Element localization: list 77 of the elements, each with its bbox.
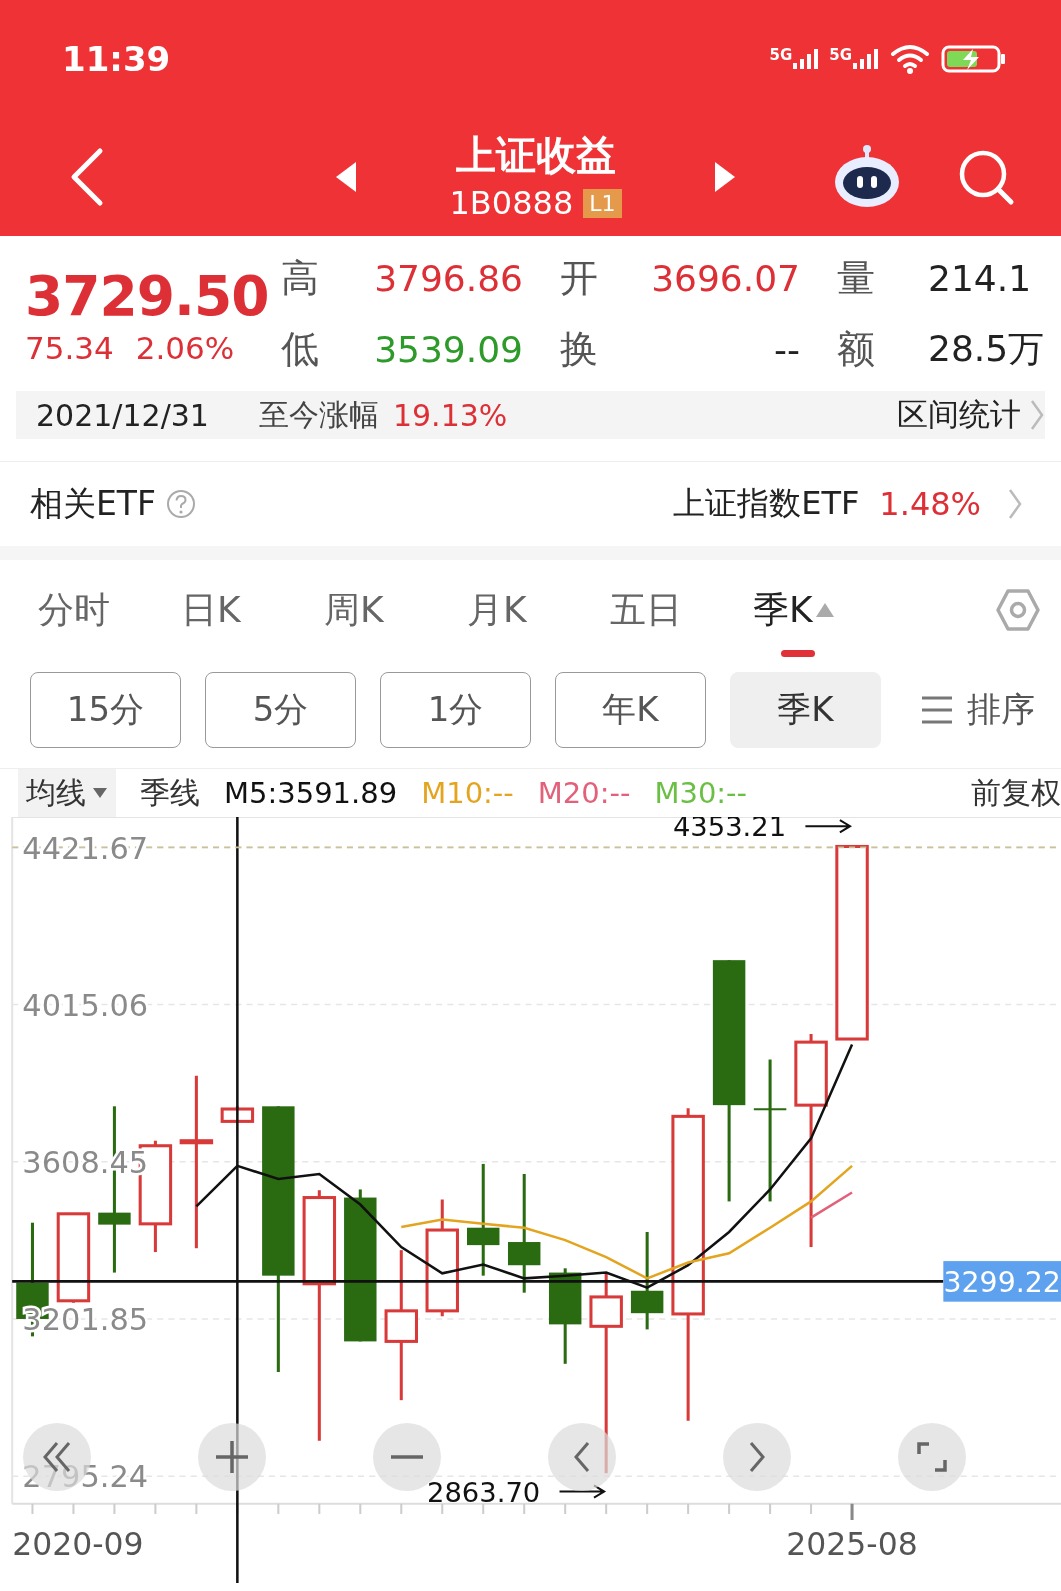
fullscreen-icon bbox=[917, 1442, 947, 1472]
sort-button[interactable]: 排序 bbox=[967, 687, 1035, 733]
battery-icon bbox=[941, 44, 1007, 74]
stat-value: 28.5万 bbox=[927, 326, 1046, 371]
search-icon[interactable] bbox=[957, 148, 1015, 206]
x-axis-label: 2020-09 bbox=[12, 1525, 144, 1562]
stat-value: -- bbox=[773, 328, 800, 370]
y-axis-label: 4421.67 bbox=[22, 830, 149, 866]
moving-average-value: M10:-- bbox=[421, 776, 514, 810]
chevron-left-icon bbox=[574, 1442, 590, 1472]
etf-name[interactable]: 上证指数ETF bbox=[673, 482, 860, 526]
network-type: 5G bbox=[769, 47, 793, 63]
stat-value: 3696.07 bbox=[650, 257, 800, 299]
status-time: 11:39 bbox=[62, 39, 171, 79]
robot-icon[interactable] bbox=[833, 144, 901, 210]
interval-button[interactable]: 1分 bbox=[380, 672, 531, 748]
period-label: 季线 bbox=[140, 773, 200, 812]
period-tab[interactable]: 周K bbox=[324, 585, 384, 635]
network-type: 5G bbox=[829, 47, 852, 63]
wifi-icon bbox=[889, 44, 931, 74]
settings-icon[interactable] bbox=[995, 587, 1041, 633]
menu-icon[interactable] bbox=[921, 696, 953, 724]
last-price: 3729.50 bbox=[25, 262, 270, 330]
range-date: 2021/12/31 bbox=[36, 397, 209, 433]
price-annotation: 2863.70 bbox=[427, 1476, 541, 1508]
stat-label: 高 bbox=[281, 254, 320, 302]
stock-title: 上证收益 bbox=[455, 131, 616, 180]
moving-average-dropdown[interactable]: 均线 bbox=[18, 768, 116, 818]
y-axis-label: 4015.06 bbox=[22, 987, 149, 1023]
interval-button[interactable]: 年K bbox=[555, 672, 706, 748]
period-tab[interactable]: 日K bbox=[181, 585, 241, 635]
period-tab[interactable]: 分时 bbox=[38, 585, 110, 635]
previous-triangle-icon[interactable] bbox=[334, 160, 358, 194]
interval-stats-link[interactable]: 区间统计 bbox=[897, 394, 1021, 436]
selected-underline bbox=[781, 649, 815, 657]
moving-average-value: M30:-- bbox=[654, 776, 748, 810]
candlestick bbox=[220, 1106, 255, 1123]
price-adjust-label[interactable]: 前复权 bbox=[971, 772, 1061, 814]
range-label: 至今涨幅 bbox=[258, 395, 379, 434]
stat-label: 开 bbox=[559, 254, 599, 302]
signal-icon bbox=[852, 47, 879, 71]
range-change: 19.13% bbox=[392, 397, 508, 433]
etf-label: 相关ETF bbox=[30, 482, 156, 525]
zoom-in-icon bbox=[216, 1441, 248, 1473]
x-axis-label: 2025-08 bbox=[786, 1525, 918, 1562]
period-tab[interactable]: 五日 bbox=[610, 585, 682, 635]
arrow-icon bbox=[558, 1484, 607, 1499]
crosshair-price-tag: 3299.22 bbox=[943, 1261, 1061, 1302]
stat-value: 3539.09 bbox=[373, 328, 523, 370]
caret-up-icon[interactable] bbox=[814, 602, 835, 618]
stat-value: 214.1 bbox=[927, 257, 1033, 299]
zoom-out-icon bbox=[391, 1455, 423, 1459]
price-change: 75.34 bbox=[25, 329, 114, 366]
interval-button[interactable]: 15分 bbox=[30, 672, 181, 748]
period-tab[interactable]: 季K bbox=[753, 585, 813, 635]
stat-label: 额 bbox=[836, 325, 876, 373]
interval-button[interactable]: 季K bbox=[730, 672, 881, 748]
help-icon[interactable] bbox=[166, 489, 196, 519]
moving-average-value: M20:-- bbox=[537, 776, 631, 810]
stat-label: 换 bbox=[559, 325, 599, 373]
period-tab[interactable]: 月K bbox=[467, 585, 527, 635]
etf-change: 1.48% bbox=[879, 485, 981, 523]
moving-average-value: M5:3591.89 bbox=[224, 776, 398, 810]
stat-value: 3796.86 bbox=[373, 257, 523, 299]
dropdown-label: 均线 bbox=[26, 773, 86, 812]
price-annotation: 4353.21 bbox=[672, 817, 787, 843]
caret-down-icon bbox=[92, 787, 108, 799]
arrow-icon bbox=[804, 819, 852, 834]
percent-change: 2.06% bbox=[135, 329, 235, 366]
signal-icon bbox=[792, 47, 820, 71]
stat-label: 量 bbox=[836, 254, 876, 302]
level-badge: L1 bbox=[583, 188, 622, 218]
stat-label: 低 bbox=[281, 325, 320, 373]
next-triangle-icon[interactable] bbox=[713, 160, 737, 194]
interval-button[interactable]: 5分 bbox=[205, 672, 356, 748]
stock-code: 1B0888 bbox=[449, 183, 574, 224]
chevron-right-icon bbox=[749, 1442, 765, 1472]
